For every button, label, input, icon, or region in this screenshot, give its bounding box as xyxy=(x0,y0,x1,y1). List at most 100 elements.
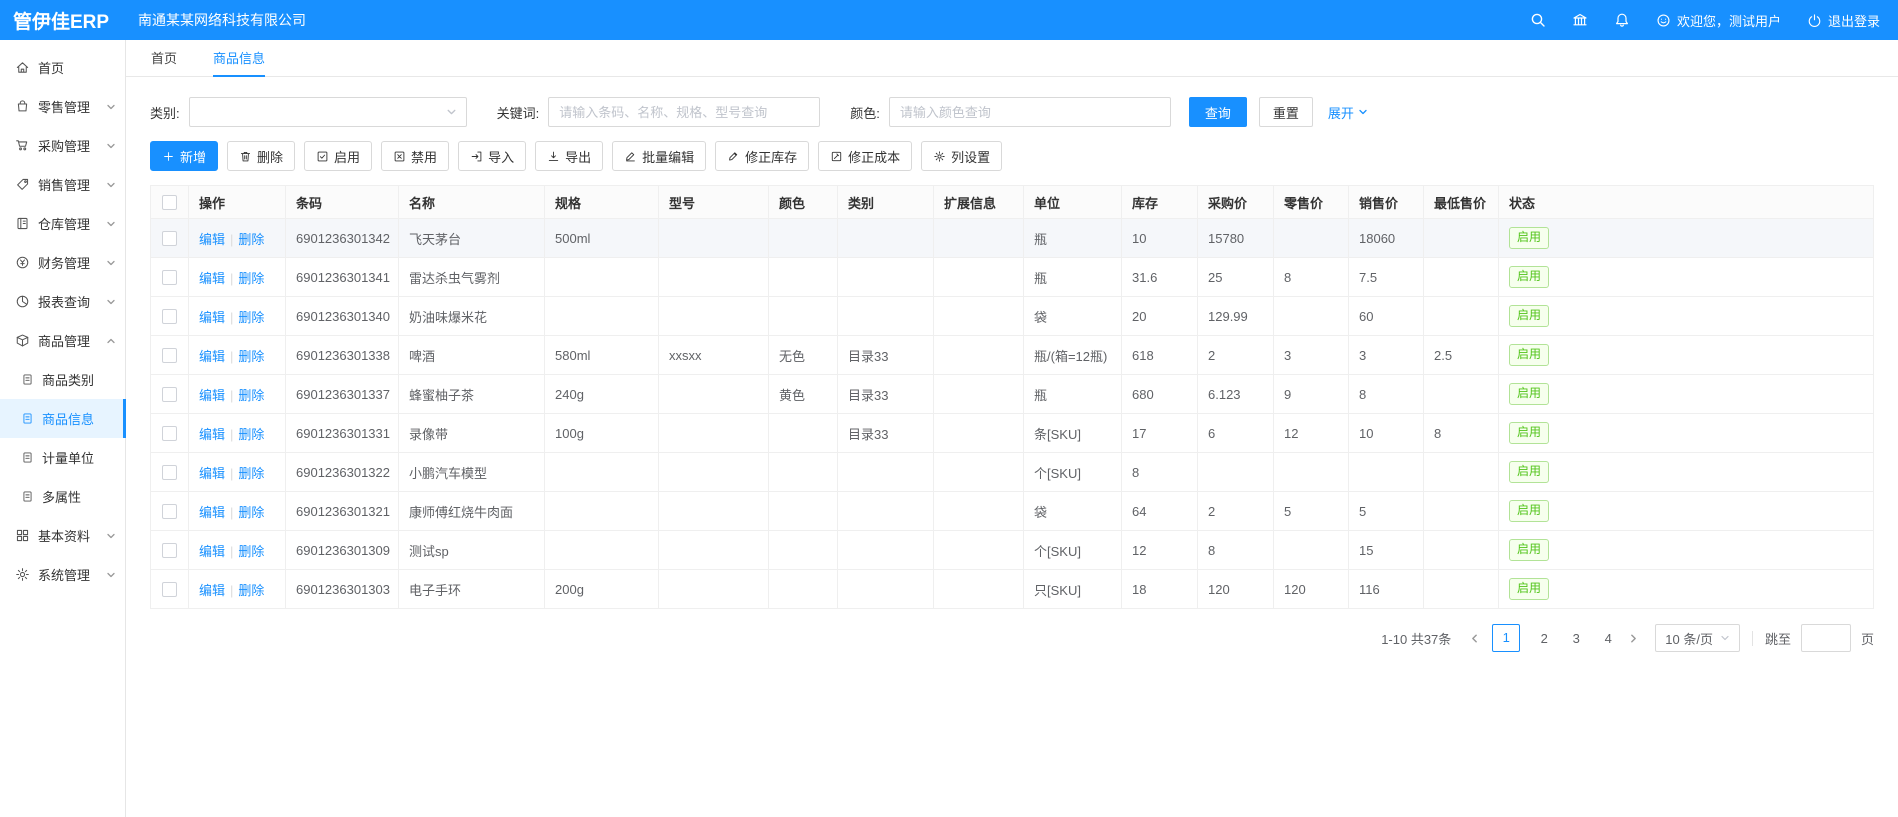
sidebar-item-sales[interactable]: 销售管理 xyxy=(0,165,125,204)
delete-link[interactable]: 删除 xyxy=(238,583,264,598)
cell-name: 蜂蜜柚子茶 xyxy=(399,375,545,414)
edit-link[interactable]: 编辑 xyxy=(199,427,225,442)
delete-link[interactable]: 删除 xyxy=(238,232,264,247)
page-button-1[interactable]: 1 xyxy=(1492,624,1520,652)
edit-button[interactable]: 批量编辑 xyxy=(612,141,706,171)
prev-page-button[interactable] xyxy=(1467,633,1482,644)
sidebar-item-system[interactable]: 系统管理 xyxy=(0,555,125,594)
row-checkbox[interactable] xyxy=(162,582,177,597)
page-size-select[interactable]: 10 条/页 xyxy=(1655,624,1740,652)
row-checkbox[interactable] xyxy=(162,387,177,402)
disable-button[interactable]: 禁用 xyxy=(381,141,449,171)
edit-link[interactable]: 编辑 xyxy=(199,583,225,598)
jump-page-input[interactable] xyxy=(1801,624,1851,652)
export-button[interactable]: 导出 xyxy=(535,141,603,171)
row-checkbox[interactable] xyxy=(162,348,177,363)
import-button[interactable]: 导入 xyxy=(458,141,526,171)
delete-link[interactable]: 删除 xyxy=(238,466,264,481)
enable-button[interactable]: 启用 xyxy=(304,141,372,171)
row-checkbox[interactable] xyxy=(162,309,177,324)
cell-unit: 袋 xyxy=(1024,492,1122,531)
cell-purchase_price: 120 xyxy=(1198,570,1274,609)
sales-icon xyxy=(15,177,30,192)
edit-link[interactable]: 编辑 xyxy=(199,271,225,286)
delete-link[interactable]: 删除 xyxy=(238,505,264,520)
expand-link[interactable]: 展开 xyxy=(1328,103,1368,122)
cell-sale_price: 7.5 xyxy=(1349,258,1424,297)
status-badge: 启用 xyxy=(1509,344,1549,366)
edit-link[interactable]: 编辑 xyxy=(199,388,225,403)
sidebar-item-retail[interactable]: 零售管理 xyxy=(0,87,125,126)
delete-link[interactable]: 删除 xyxy=(238,427,264,442)
row-checkbox[interactable] xyxy=(162,270,177,285)
sidebar-item-basic[interactable]: 基本资料 xyxy=(0,516,125,555)
sidebar-item-product[interactable]: 商品管理 xyxy=(0,321,125,360)
sidebar-item-purchase[interactable]: 采购管理 xyxy=(0,126,125,165)
cell-ext xyxy=(934,414,1024,453)
table-row: 编辑|删除6901236301340奶油味爆米花袋20129.9960启用 xyxy=(151,297,1874,336)
bell-icon[interactable] xyxy=(1614,12,1630,28)
row-checkbox[interactable] xyxy=(162,231,177,246)
cell-status: 启用 xyxy=(1499,453,1874,492)
cell-min_price xyxy=(1424,375,1499,414)
page-button-3[interactable]: 3 xyxy=(1568,631,1584,646)
sidebar-subitem[interactable]: 商品类别 xyxy=(0,360,125,399)
cell-model xyxy=(659,258,769,297)
cell-category xyxy=(838,219,934,258)
sidebar-item-warehouse[interactable]: 仓库管理 xyxy=(0,204,125,243)
reset-button[interactable]: 重置 xyxy=(1259,97,1313,127)
select-all-checkbox[interactable] xyxy=(162,195,177,210)
columns-button[interactable]: 列设置 xyxy=(921,141,1002,171)
page-button-4[interactable]: 4 xyxy=(1600,631,1616,646)
sidebar-item-finance[interactable]: 财务管理 xyxy=(0,243,125,282)
cell-stock: 8 xyxy=(1122,453,1198,492)
columns-icon xyxy=(933,150,946,163)
cell-ext xyxy=(934,336,1024,375)
cell-min_price xyxy=(1424,219,1499,258)
logout-button[interactable]: 退出登录 xyxy=(1807,11,1880,30)
status-badge: 启用 xyxy=(1509,500,1549,522)
delete-link[interactable]: 删除 xyxy=(238,544,264,559)
row-checkbox[interactable] xyxy=(162,504,177,519)
bank-icon[interactable] xyxy=(1572,12,1588,28)
delete-link[interactable]: 删除 xyxy=(238,271,264,286)
row-checkbox[interactable] xyxy=(162,426,177,441)
edit-link[interactable]: 编辑 xyxy=(199,544,225,559)
cell-name: 飞天茅台 xyxy=(399,219,545,258)
edit-link[interactable]: 编辑 xyxy=(199,466,225,481)
trash-button[interactable]: 删除 xyxy=(227,141,295,171)
cost-edit-icon xyxy=(830,150,843,163)
cell-stock: 10 xyxy=(1122,219,1198,258)
sidebar-item-report[interactable]: 报表查询 xyxy=(0,282,125,321)
edit-link[interactable]: 编辑 xyxy=(199,505,225,520)
delete-link[interactable]: 删除 xyxy=(238,310,264,325)
color-input[interactable] xyxy=(889,97,1171,127)
sidebar-item-home[interactable]: 首页 xyxy=(0,48,125,87)
stock-edit-button[interactable]: 修正库存 xyxy=(715,141,809,171)
row-checkbox[interactable] xyxy=(162,465,177,480)
row-checkbox[interactable] xyxy=(162,543,177,558)
page-button-2[interactable]: 2 xyxy=(1536,631,1552,646)
pagination: 1-10 共37条 1234 10 条/页 跳至 页 xyxy=(150,624,1874,682)
search-icon[interactable] xyxy=(1530,12,1546,28)
sidebar-subitem[interactable]: 多属性 xyxy=(0,477,125,516)
sidebar-subitem[interactable]: 计量单位 xyxy=(0,438,125,477)
delete-link[interactable]: 删除 xyxy=(238,388,264,403)
edit-link[interactable]: 编辑 xyxy=(199,349,225,364)
welcome-user[interactable]: 欢迎您，测试用户 xyxy=(1656,11,1781,30)
cell-retail_price: 9 xyxy=(1274,375,1349,414)
delete-link[interactable]: 删除 xyxy=(238,349,264,364)
category-select[interactable] xyxy=(189,97,467,127)
column-header-status: 状态 xyxy=(1499,186,1874,219)
next-page-button[interactable] xyxy=(1626,633,1641,644)
edit-link[interactable]: 编辑 xyxy=(199,310,225,325)
tab-item[interactable]: 首页 xyxy=(151,40,177,77)
cost-edit-button[interactable]: 修正成本 xyxy=(818,141,912,171)
plus-button[interactable]: 新增 xyxy=(150,141,218,171)
search-button[interactable]: 查询 xyxy=(1189,97,1247,127)
keyword-input[interactable] xyxy=(548,97,820,127)
edit-link[interactable]: 编辑 xyxy=(199,232,225,247)
sidebar-subitem-active[interactable]: 商品信息 xyxy=(0,399,125,438)
cell-spec xyxy=(545,258,659,297)
tab-active[interactable]: 商品信息 xyxy=(213,40,265,77)
